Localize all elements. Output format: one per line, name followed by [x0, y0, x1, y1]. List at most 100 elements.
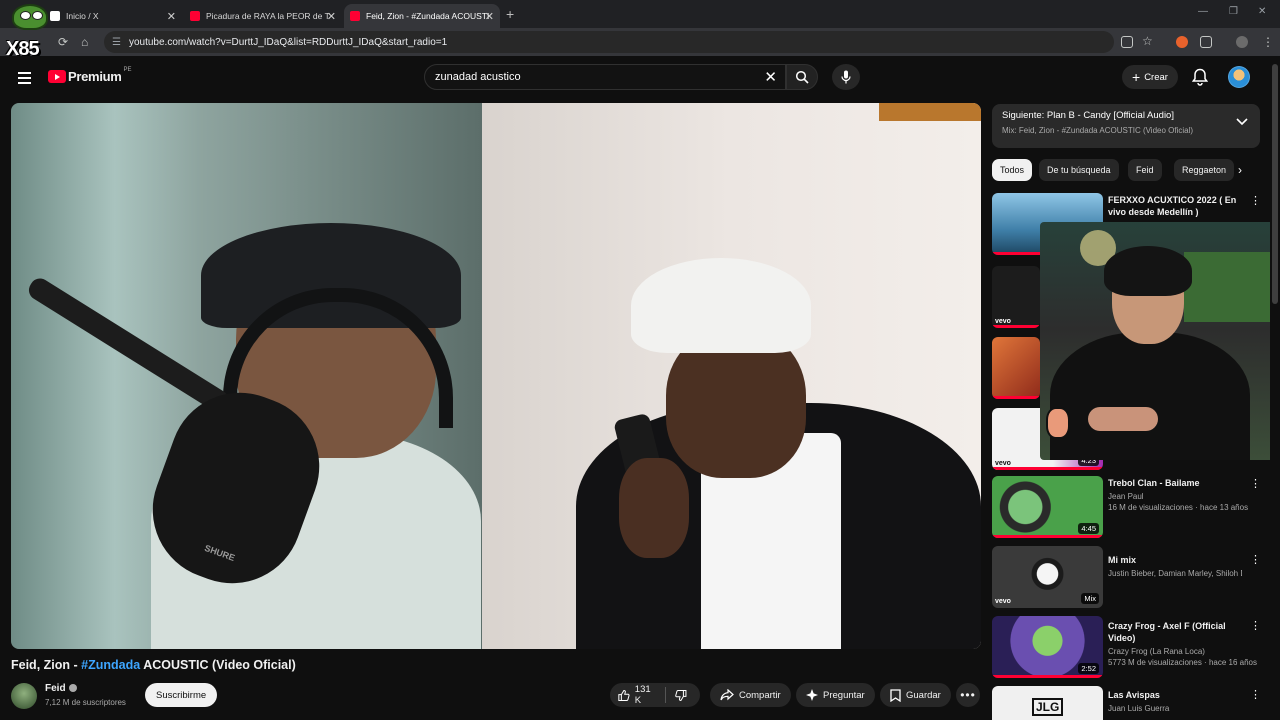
- video-thumbnail[interactable]: vevo Mix: [992, 546, 1103, 608]
- address-bar[interactable]: ☰ youtube.com/watch?v=DurttJ_IDaQ&list=R…: [104, 31, 1114, 53]
- tab-title: Inicio / X: [66, 11, 99, 21]
- site-info-icon[interactable]: ☰: [112, 37, 121, 48]
- singer-right-hand: [619, 458, 689, 558]
- share-label: Compartir: [739, 689, 781, 701]
- like-dislike-group: 131 K: [610, 683, 700, 707]
- channel-avatar[interactable]: [11, 683, 37, 709]
- next-up-panel[interactable]: Siguiente: Plan B - Candy [Official Audi…: [992, 104, 1260, 148]
- close-tab-icon[interactable]: ✕: [485, 10, 494, 23]
- save-label: Guardar: [906, 689, 941, 701]
- region-code: PE: [123, 66, 132, 73]
- watch-progress-bar: [992, 535, 1103, 538]
- more-vertical-icon[interactable]: ⋮: [1250, 478, 1261, 490]
- more-vertical-icon[interactable]: ⋮: [1250, 554, 1261, 566]
- streamer-hair: [1104, 246, 1192, 296]
- watch-progress-bar: [992, 675, 1103, 678]
- ask-label: Preguntar: [823, 689, 865, 701]
- cartoon-figure: [1046, 407, 1070, 439]
- recommendation-views: 5773 M de visualizaciones · hace 16 años: [1108, 658, 1257, 667]
- recommendation-title: Crazy Frog - Axel F (Official Video): [1108, 621, 1226, 643]
- new-tab-icon[interactable]: +: [506, 6, 514, 22]
- close-tab-icon[interactable]: ✕: [327, 10, 336, 23]
- minimize-icon[interactable]: —: [1198, 6, 1208, 17]
- vevo-logo: vevo: [995, 318, 1011, 325]
- page-scrollbar[interactable]: [1270, 56, 1280, 720]
- channel-name-text: Feid: [45, 683, 66, 694]
- more-vertical-icon[interactable]: ⋮: [1250, 195, 1261, 207]
- voice-search-button[interactable]: [832, 64, 860, 90]
- browser-tab-picadura[interactable]: Picadura de RAYA la PEOR de T ✕: [184, 4, 342, 28]
- thumbs-down-icon[interactable]: [675, 689, 687, 702]
- extension-fox-icon[interactable]: [1176, 36, 1188, 48]
- browser-menu-icon[interactable]: ⋮: [1262, 35, 1274, 49]
- create-button[interactable]: + Crear: [1122, 65, 1178, 89]
- streamer-body: [1050, 332, 1250, 460]
- url-text: youtube.com/watch?v=DurttJ_IDaQ&list=RDD…: [128, 36, 448, 48]
- chip-todos[interactable]: Todos: [992, 159, 1033, 181]
- scrollbar-thumb[interactable]: [1272, 64, 1278, 304]
- save-button[interactable]: Guardar: [880, 683, 951, 707]
- microphone-icon: [841, 70, 851, 84]
- chip-feid[interactable]: Feid: [1128, 159, 1162, 181]
- search-value: zunadad acustico: [435, 71, 521, 83]
- streamer-webcam: [1040, 222, 1274, 460]
- recommendation-item[interactable]: 2:52 Crazy Frog - Axel F (Official Video…: [992, 616, 1262, 682]
- hashtag-link[interactable]: #Zundada: [81, 658, 140, 672]
- search-button[interactable]: [786, 64, 818, 90]
- ask-button[interactable]: Preguntar: [796, 683, 875, 707]
- more-vertical-icon[interactable]: ⋮: [1250, 689, 1261, 701]
- duration-badge: 2:52: [1078, 663, 1099, 674]
- video-thumbnail[interactable]: JLG: [992, 686, 1103, 720]
- picture-frame: [879, 103, 981, 121]
- window-close-icon[interactable]: ✕: [1258, 6, 1266, 17]
- profile-icon[interactable]: [1236, 36, 1248, 48]
- share-button[interactable]: Compartir: [710, 683, 791, 707]
- like-count[interactable]: 131 K: [635, 684, 658, 706]
- chip-de-tu-busqueda[interactable]: De tu búsqueda: [1039, 159, 1119, 181]
- youtube-header: Premium PE zunadad acustico ✕ + Crear: [0, 56, 1270, 100]
- bookmark-star-icon[interactable]: ☆: [1142, 34, 1153, 48]
- video-thumbnail[interactable]: 4:45: [992, 476, 1103, 538]
- recommendation-item[interactable]: vevo Mix Mi mix Justin Bieber, Damian Ma…: [992, 546, 1262, 612]
- chip-reggaeton[interactable]: Reggaeton: [1174, 159, 1235, 181]
- recommendation-item[interactable]: 4:45 Trebol Clan - Bailame Jean Paul 16 …: [992, 476, 1262, 542]
- thumbs-up-icon[interactable]: [618, 689, 630, 702]
- browser-toolbar: ⟳ ⌂ ☰ youtube.com/watch?v=DurttJ_IDaQ&li…: [0, 28, 1280, 56]
- title-prefix: Feid, Zion -: [11, 658, 82, 672]
- maximize-icon[interactable]: ❐: [1229, 6, 1238, 17]
- clear-search-icon[interactable]: ✕: [764, 68, 777, 86]
- channel-name[interactable]: Feid: [45, 683, 77, 694]
- more-actions-button[interactable]: •••: [956, 683, 980, 707]
- recommendation-item[interactable]: JLG Las Avispas Juan Luis Guerra ⋮: [992, 686, 1262, 720]
- menu-hamburger-icon[interactable]: [18, 72, 31, 87]
- close-tab-icon[interactable]: ✕: [167, 10, 176, 23]
- chevron-right-icon[interactable]: ›: [1238, 163, 1242, 177]
- chevron-down-icon[interactable]: [1236, 118, 1248, 126]
- recommendation-channel: Justin Bieber, Damian Marley, Shiloh Dyn…: [1108, 569, 1242, 578]
- youtube-favicon-icon: [350, 11, 360, 21]
- more-vertical-icon[interactable]: ⋮: [1250, 620, 1261, 632]
- subscribe-button[interactable]: Suscribirme: [145, 683, 218, 707]
- search-input[interactable]: zunadad acustico ✕: [424, 64, 786, 90]
- cast-icon[interactable]: [1121, 36, 1133, 48]
- video-thumbnail[interactable]: vevo: [992, 266, 1040, 328]
- share-arrow-icon: [720, 689, 734, 701]
- recommendation-title: FERXXO ACUXTICO 2022 ( En vivo desde Med…: [1108, 195, 1237, 217]
- browser-tab-x[interactable]: Inicio / X ✕: [44, 4, 182, 28]
- streamer-hands: [1088, 407, 1158, 431]
- video-player[interactable]: SHURE: [11, 103, 981, 649]
- video-thumbnail[interactable]: [992, 337, 1040, 399]
- youtube-logo[interactable]: Premium PE: [48, 66, 132, 84]
- video-thumbnail[interactable]: 2:52: [992, 616, 1103, 678]
- jlg-logo: JLG: [1032, 698, 1064, 716]
- webcam-background-shelf: [1184, 252, 1274, 322]
- home-icon[interactable]: ⌂: [81, 35, 88, 49]
- reload-icon[interactable]: ⟳: [58, 35, 68, 49]
- video-title: Feid, Zion - #Zundada ACOUSTIC (Video Of…: [11, 658, 296, 672]
- user-avatar[interactable]: [1228, 66, 1250, 88]
- pepe-frog-icon: [12, 4, 48, 30]
- extensions-puzzle-icon[interactable]: [1200, 36, 1212, 48]
- browser-tab-active[interactable]: Feid, Zion - #Zundada ACOUSTI ✕: [344, 4, 500, 28]
- notifications-bell-icon[interactable]: [1192, 68, 1208, 86]
- search-icon: [795, 70, 809, 84]
